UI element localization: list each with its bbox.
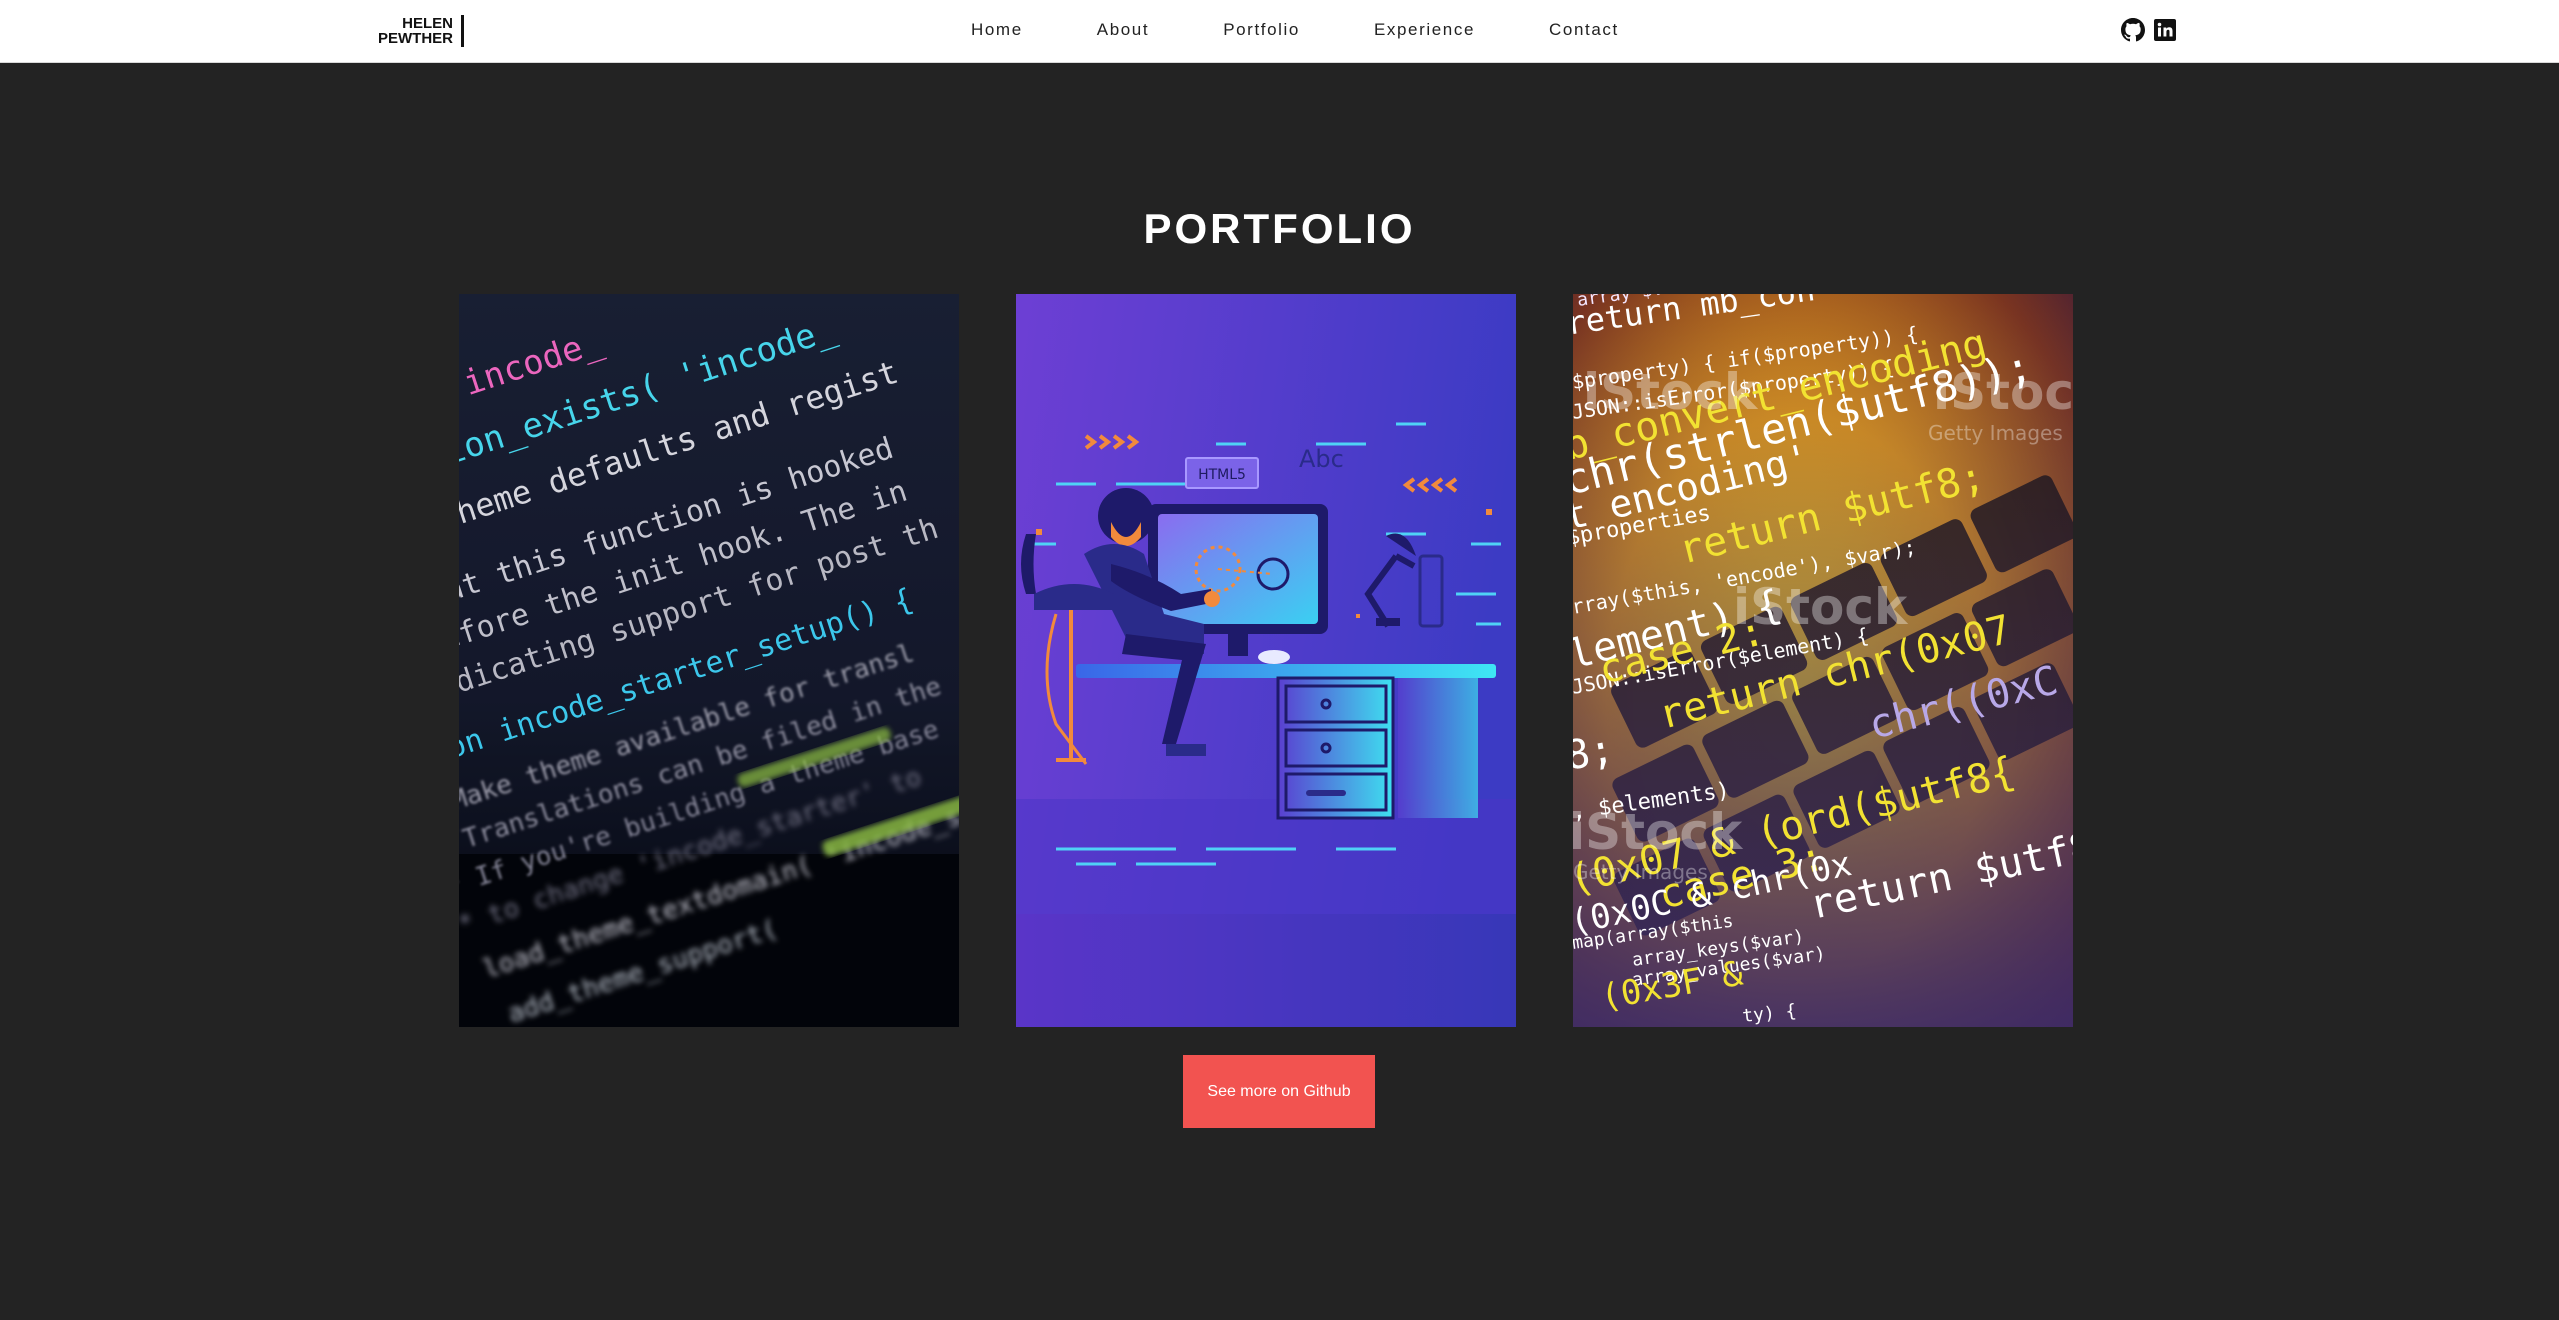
portfolio-card-developer-illustration[interactable]: HTML5 Abc bbox=[1016, 294, 1516, 1027]
code-line: 8; bbox=[1573, 726, 1617, 780]
watermark-text: Getty Images bbox=[1928, 421, 2063, 445]
html5-tag: HTML5 bbox=[1198, 467, 1246, 483]
logo-last-name: PEWTHER bbox=[378, 30, 453, 47]
nav-portfolio[interactable]: Portfolio bbox=[1223, 20, 1300, 40]
nav-contact[interactable]: Contact bbox=[1549, 20, 1619, 40]
nav-experience[interactable]: Experience bbox=[1374, 20, 1475, 40]
github-icon[interactable] bbox=[2121, 18, 2145, 42]
see-more-github-button[interactable]: See more on Github bbox=[1183, 1055, 1375, 1128]
keyboard-code-image: array $values return mb_con $property) {… bbox=[1573, 294, 2073, 1027]
watermark-text: Getty Images bbox=[1573, 860, 1708, 884]
code-editor-image: ge = 'incode_ function_exists( 'incode_ … bbox=[459, 294, 959, 1027]
site-logo[interactable]: HELEN PEWTHER bbox=[378, 15, 464, 47]
site-header: HELEN PEWTHER Home About Portfolio Exper… bbox=[0, 0, 2559, 63]
watermark-text: iStock bbox=[1733, 578, 1909, 636]
main-nav: Home About Portfolio Experience Contact bbox=[971, 20, 1693, 40]
portfolio-card-code-editor[interactable]: ge = 'incode_ function_exists( 'incode_ … bbox=[459, 294, 959, 1027]
nav-home[interactable]: Home bbox=[971, 20, 1023, 40]
portfolio-card-keyboard-code[interactable]: array $values return mb_con $property) {… bbox=[1573, 294, 2073, 1027]
watermark-text: iStock bbox=[1583, 363, 1759, 421]
linkedin-icon[interactable] bbox=[2153, 18, 2177, 42]
social-links bbox=[2121, 18, 2177, 42]
portfolio-title: PORTFOLIO bbox=[1143, 205, 1416, 252]
watermark-text: iStock bbox=[1573, 803, 1744, 861]
abc-label: Abc bbox=[1299, 445, 1344, 473]
watermark-text: iStock bbox=[1933, 363, 2073, 421]
nav-about[interactable]: About bbox=[1097, 20, 1149, 40]
logo-text: HELEN PEWTHER bbox=[378, 15, 464, 47]
logo-first-name: HELEN bbox=[402, 15, 453, 32]
developer-illustration: HTML5 Abc bbox=[1016, 294, 1516, 1027]
